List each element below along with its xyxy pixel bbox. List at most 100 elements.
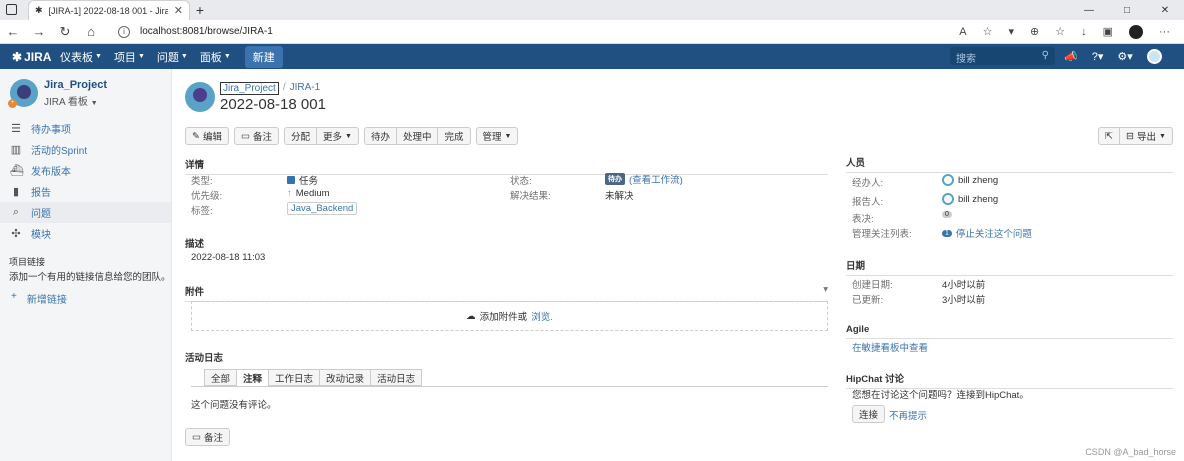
close-tab-icon[interactable]: ✕ [174,4,183,17]
comment-icon: ▭ [192,431,201,443]
nav-projects[interactable]: 项目 ▼ [114,49,145,65]
add-comment-button[interactable]: ▭ 备注 [185,428,230,446]
sidebar-item-issues[interactable]: ⌕ 问题 [0,202,171,223]
dismiss-link[interactable]: 不再提示 [889,408,927,422]
help-icon[interactable]: ?▾ [1092,50,1104,63]
info-icon[interactable]: i [118,25,130,38]
gear-icon[interactable]: ⚙▾ [1117,50,1132,63]
minimize-button[interactable]: — [1070,5,1108,16]
breadcrumb-issue-key[interactable]: JIRA-1 [290,82,321,95]
browse-link[interactable]: 浏览. [531,309,553,323]
jira-logo[interactable]: ✱ JIRA [12,50,52,64]
edit-button[interactable]: ✎ 编辑 [185,127,229,145]
labels-label: 标签: [191,206,213,217]
chevron-down-icon: ▼ [223,53,231,60]
people-heading: 人员 [846,155,1173,173]
search-input[interactable]: 搜索 ⚲ [950,47,1055,65]
browser-tab[interactable]: ✱ [JIRA-1] 2022-08-18 001 - Jira lo ✕ [28,0,190,20]
assignee-label: 经办人: [852,178,884,189]
done-transition-button[interactable]: 完成 [438,127,471,145]
activity-heading: 活动日志 [185,353,224,364]
type-label: 类型: [191,176,213,187]
tab-activity[interactable]: 活动日志 [370,369,423,386]
chevron-down-icon: ▼ [90,100,98,107]
breadcrumb-project[interactable]: Jira_Project [220,82,279,95]
watermark: CSDN @A_bad_horse [1085,447,1176,457]
assignee-value[interactable]: bill zheng [942,174,998,186]
sidebar-item-components[interactable]: ✣ 模块 [0,223,171,244]
read-aloud-icon[interactable]: A [959,26,966,38]
url-text: localhost:8081/browse/JIRA-1 [140,26,273,37]
view-on-board-link[interactable]: 在敏捷看板中查看 [852,340,928,354]
favorites-icon[interactable]: ☆ [1055,25,1065,38]
attachment-drop-zone[interactable]: ☁ 添加附件或 浏览. [191,301,828,331]
favorite-star-icon[interactable]: ☆ [983,25,993,38]
stop-watching-link[interactable]: 停止关注这个问题 [956,226,1032,240]
address-bar[interactable]: i localhost:8081/browse/JIRA-1 [118,22,938,42]
issue-view: Jira_Project / JIRA-1 2022-08-18 001 ✎ 编辑… [185,69,1184,461]
priority-medium-icon: ↑ [287,188,292,199]
project-type[interactable]: JIRA 看板 ▼ [44,93,107,108]
close-window-button[interactable]: ✕ [1146,5,1184,16]
labels-value: Java_Backend [287,202,358,215]
filter-icon[interactable]: ▾ [1008,25,1014,38]
nav-boards[interactable]: 面板 ▼ [200,49,231,65]
sidebar-item-reports[interactable]: ▮ 报告 [0,181,171,202]
tab-divider [191,386,828,387]
description-text[interactable]: 2022-08-18 11:03 [191,252,265,263]
extension-icon[interactable]: ⊕ [1030,25,1039,38]
window-menu-icon[interactable] [6,4,17,15]
assign-button[interactable]: 分配 [283,127,317,145]
created-value: 4小时以前 [942,280,986,291]
agile-heading: Agile [846,324,1173,339]
tab-comments[interactable]: 注释 [236,369,269,386]
priority-label: 优先级: [191,191,223,202]
back-icon[interactable]: ← [0,24,26,39]
feedback-icon[interactable]: 📣 [1064,50,1078,63]
project-name[interactable]: Jira_Project [44,79,107,91]
nav-dashboards[interactable]: 仪表板 ▼ [60,49,102,65]
more-button[interactable]: 更多 ▼ [317,127,359,145]
chevron-down-icon: ▼ [180,53,188,60]
project-avatar-large [185,82,215,112]
tab-all[interactable]: 全部 [204,369,237,386]
view-workflow-link[interactable]: (查看工作流) [629,172,683,186]
sidebar-item-backlog[interactable]: ☰ 待办事项 [0,118,171,139]
user-avatar[interactable] [1146,48,1162,64]
create-button[interactable]: 新建 [244,45,283,68]
tab-history[interactable]: 改动记录 [319,369,371,386]
reporter-avatar [942,193,954,205]
project-links-title: 项目链接 [9,257,46,267]
more-icon[interactable]: ··· [1159,26,1170,38]
votes-value[interactable]: 0 [942,211,952,218]
breadcrumb: Jira_Project / JIRA-1 [220,82,320,95]
add-link-button[interactable]: + 新增链接 [11,291,67,306]
issue-summary[interactable]: 2022-08-18 001 [220,96,326,113]
reload-icon[interactable]: ↻ [52,24,78,40]
new-tab-button[interactable]: + [190,0,210,20]
chevron-down-icon[interactable]: ▾ [823,284,828,298]
sidebar-item-releases[interactable]: ⛴ 发布版本 [0,160,171,181]
watchers-count[interactable]: 1 [942,229,952,237]
todo-transition-button[interactable]: 待办 [363,127,397,145]
download-icon[interactable]: ↓ [1081,26,1087,38]
maximize-button[interactable]: □ [1108,5,1146,16]
nav-issues[interactable]: 问题 ▼ [157,49,188,65]
home-icon[interactable]: ⌂ [78,24,104,39]
reporter-value[interactable]: bill zheng [942,193,998,205]
sidebar-item-active-sprint[interactable]: ▥ 活动的Sprint [0,139,171,160]
label-tag[interactable]: Java_Backend [287,202,358,215]
share-button[interactable]: ⇱ [1098,127,1120,145]
tab-title: [JIRA-1] 2022-08-18 001 - Jira lo [48,5,168,16]
comment-button[interactable]: ▭ 备注 [233,127,279,145]
export-button[interactable]: ⊟ 导出 ▼ [1119,127,1173,145]
resolution-value: 未解决 [605,191,634,202]
project-avatar[interactable]: + [8,79,38,108]
in-progress-transition-button[interactable]: 处理中 [396,127,439,145]
admin-button[interactable]: 管理 ▼ [475,127,519,145]
profile-avatar[interactable] [1129,24,1143,39]
connect-button[interactable]: 连接 [852,405,886,423]
forward-icon[interactable]: → [26,24,52,39]
collections-icon[interactable]: ▣ [1103,25,1113,38]
tab-worklog[interactable]: 工作日志 [268,369,320,386]
